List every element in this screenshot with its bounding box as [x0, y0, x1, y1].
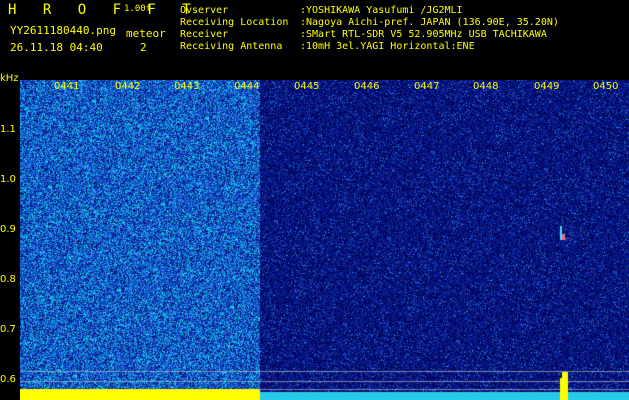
- y-label-0-8: 0.8: [0, 274, 16, 285]
- observer-value: :YOSHIKAWA Yasufumi /JG2MLI: [300, 5, 463, 16]
- time-label-0443: 0443: [174, 81, 200, 92]
- location-value: :Nagoya Aichi-pref. JAPAN (136.90E, 35.2…: [300, 17, 559, 28]
- y-label-1-1: 1.1: [0, 124, 16, 135]
- antenna-value: :10mH 3el.YAGI Horizontal:ENE: [300, 41, 475, 52]
- antenna-label: Receiving Antenna: [180, 41, 283, 52]
- observer-label: Ovserver: [180, 5, 229, 16]
- y-label-0-6: 0.6: [0, 374, 16, 385]
- axis-unit: kHz: [0, 73, 19, 84]
- app-version: 1.00f: [124, 4, 152, 14]
- meteor-count: 2: [140, 41, 147, 54]
- spectrogram: [20, 80, 629, 400]
- time-label-0449: 0449: [534, 81, 560, 92]
- time-label-0447: 0447: [414, 81, 440, 92]
- time-label-0441: 0441: [54, 81, 80, 92]
- file-name: YY2611180440.png: [10, 24, 116, 37]
- time-label-0442: 0442: [115, 81, 141, 92]
- y-label-0-7: 0.7: [0, 324, 16, 335]
- y-label-0-9: 0.9: [0, 224, 16, 235]
- receiver-value: :SMart RTL-SDR V5 52.905MHz USB TACHIKAW…: [300, 29, 547, 40]
- time-label-0446: 0446: [354, 81, 380, 92]
- meteor-label: meteor: [126, 27, 166, 40]
- time-label-0450: 0450: [593, 81, 619, 92]
- hroft-window: { "app": {"logo": "H R O F F T", "versio…: [0, 0, 629, 400]
- receiver-label: Receiver: [180, 29, 229, 40]
- time-label-0445: 0445: [294, 81, 320, 92]
- file-datetime: 26.11.18 04:40: [10, 41, 103, 54]
- location-label: Receiving Location: [180, 17, 289, 28]
- y-label-1-0: 1.0: [0, 174, 16, 185]
- time-label-0448: 0448: [473, 81, 499, 92]
- time-label-0444: 0444: [234, 81, 260, 92]
- app-logo: H R O F F T: [8, 2, 200, 18]
